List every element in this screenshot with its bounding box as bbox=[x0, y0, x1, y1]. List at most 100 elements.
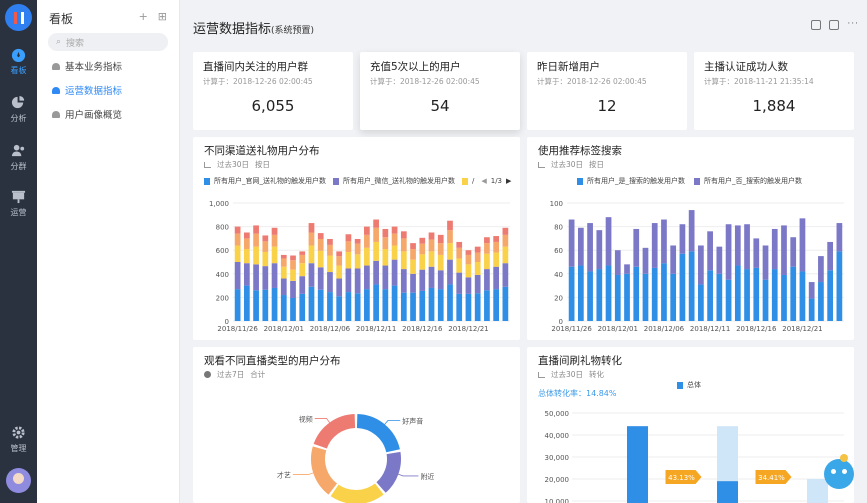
bar-segment bbox=[661, 219, 667, 264]
bar-segment bbox=[410, 243, 416, 250]
y-tick-label: 40 bbox=[554, 271, 563, 279]
bar-segment bbox=[661, 263, 667, 321]
y-tick-label: 200 bbox=[216, 294, 229, 302]
bar-segment bbox=[818, 256, 824, 283]
nav-item-operation-metrics[interactable]: 运营数据指标 bbox=[52, 83, 122, 97]
chart-range: 过去30日 bbox=[551, 370, 584, 379]
bar-segment bbox=[568, 266, 575, 321]
bar-segment bbox=[502, 234, 509, 247]
bar-chart-icon bbox=[204, 161, 211, 168]
bar-segment bbox=[474, 262, 481, 275]
rail-item-segments[interactable]: 分群 bbox=[0, 138, 37, 176]
legend-swatch bbox=[577, 177, 583, 185]
bar-segment bbox=[317, 250, 324, 268]
bar-segment bbox=[391, 226, 398, 234]
bar-segment bbox=[364, 226, 370, 235]
page-title-tag: (系统预置) bbox=[271, 26, 315, 36]
rail-label: 分群 bbox=[10, 161, 27, 171]
bar-segment bbox=[484, 253, 490, 270]
bar-segment bbox=[336, 251, 343, 257]
user-avatar[interactable] bbox=[6, 468, 31, 493]
bar-segment bbox=[410, 259, 416, 274]
legend-label[interactable]: 所有用户_官网_送礼物的触发用户数 bbox=[214, 176, 326, 186]
legend-label[interactable]: 所有用户_微信_送礼物的触发用户数 bbox=[343, 176, 455, 186]
rail-item-analysis[interactable]: 分析 bbox=[0, 90, 37, 128]
rail-item-manage[interactable]: 管理 bbox=[0, 420, 37, 458]
x-tick-label: 2018/12/06 bbox=[310, 325, 351, 333]
gear-icon bbox=[12, 425, 25, 439]
legend-label[interactable]: 所有用户_是_搜索的触发用户数 bbox=[587, 176, 685, 186]
bar-segment bbox=[262, 235, 269, 242]
more-button[interactable]: ··· bbox=[847, 20, 859, 30]
bar-segment bbox=[502, 286, 509, 321]
bar-segment bbox=[243, 263, 250, 286]
legend-label[interactable]: 所有用户_否_搜索的触发用户数 bbox=[704, 176, 802, 186]
bar-segment bbox=[419, 290, 426, 321]
legend-label[interactable]: 总体 bbox=[687, 380, 701, 390]
save-icon[interactable] bbox=[829, 20, 840, 30]
bar-segment bbox=[345, 234, 352, 242]
chart-granularity: 转化 bbox=[589, 370, 605, 379]
assistant-bot-icon[interactable] bbox=[824, 454, 854, 489]
chart-granularity: 按日 bbox=[255, 160, 271, 169]
bar-segment bbox=[317, 233, 324, 239]
rail-label: 运营 bbox=[10, 207, 27, 217]
y-tick-label: 80 bbox=[554, 224, 563, 232]
chart-plot: 02004006008001,0002018/11/26 2018/12/01 20… bbox=[209, 200, 510, 333]
x-tick-label: 2018/12/01 bbox=[598, 325, 638, 333]
bar-segment bbox=[614, 274, 621, 321]
bar-segment bbox=[410, 273, 416, 293]
rail-item-operation[interactable]: 运营 bbox=[0, 184, 37, 222]
chart-legend: 总体 bbox=[677, 380, 701, 390]
bar-segment bbox=[280, 266, 287, 279]
x-tick-label: 2018/12/21 bbox=[782, 325, 822, 333]
bar-segment bbox=[493, 236, 500, 242]
search-input[interactable]: ⌕ 搜索 bbox=[48, 33, 168, 51]
pie-chart-icon bbox=[11, 95, 25, 108]
legend-next-icon[interactable]: ▶ bbox=[506, 177, 511, 185]
kpi-card[interactable]: 主播认证成功人数 计算于：2018-11-21 21:35:14 1,884 bbox=[694, 52, 854, 130]
legend-prev-icon[interactable]: ◀ bbox=[481, 177, 486, 185]
kpi-value: 12 bbox=[597, 97, 617, 115]
pie-slice bbox=[311, 446, 338, 495]
bar-segment bbox=[781, 225, 787, 275]
bar-segment bbox=[428, 251, 435, 267]
search-placeholder: 搜索 bbox=[66, 38, 85, 49]
rail-label: 看板 bbox=[10, 65, 27, 75]
bar-segment bbox=[280, 278, 287, 296]
dashboard-icon bbox=[52, 62, 60, 70]
nav-item-user-profile[interactable]: 用户画像概览 bbox=[52, 107, 122, 121]
kpi-card[interactable]: 充值5次以上的用户 计算于：2018-12-26 02:00:45 54 bbox=[360, 52, 520, 130]
bar-segment bbox=[642, 273, 649, 321]
app-rail: 看板 分析 分群 运营 管理 bbox=[0, 0, 37, 503]
bar-segment bbox=[391, 259, 398, 286]
bar-segment bbox=[725, 224, 732, 280]
bar-segment bbox=[799, 218, 806, 272]
add-dashboard-button[interactable]: + bbox=[139, 10, 148, 23]
y-tick-label: 20,000 bbox=[545, 476, 570, 484]
bar-segment bbox=[808, 298, 815, 321]
bar-segment bbox=[234, 233, 241, 246]
rail-item-dashboard[interactable]: 看板 bbox=[0, 42, 37, 80]
conversion-rate-label: 34.41% bbox=[758, 474, 785, 482]
bar-segment bbox=[336, 265, 343, 279]
app-logo[interactable] bbox=[5, 4, 32, 31]
pie-leader-line bbox=[383, 420, 401, 426]
bar-segment bbox=[410, 249, 416, 260]
bar-segment bbox=[587, 223, 593, 272]
grid-icon[interactable]: ⊞ bbox=[158, 10, 167, 23]
bar-segment bbox=[679, 253, 686, 321]
kpi-value: 6,055 bbox=[251, 97, 295, 115]
nav-item-basic-metrics[interactable]: 基本业务指标 bbox=[52, 59, 122, 73]
bar-segment bbox=[447, 243, 453, 260]
pie-leader-line bbox=[314, 418, 331, 424]
bar-segment bbox=[400, 238, 407, 252]
chart-title: 使用推荐标签搜索 bbox=[538, 145, 622, 157]
bar-segment bbox=[624, 273, 630, 321]
kpi-card[interactable]: 昨日新增用户 计算于：2018-12-26 02:00:45 12 bbox=[527, 52, 687, 130]
kpi-card[interactable]: 直播间内关注的用户群 计算于：2018-12-26 02:00:45 6,055 bbox=[193, 52, 353, 130]
calendar-icon[interactable] bbox=[811, 20, 822, 30]
legend-label[interactable]: / bbox=[472, 177, 474, 185]
bar-segment bbox=[317, 289, 324, 321]
bar-segment bbox=[836, 223, 843, 252]
